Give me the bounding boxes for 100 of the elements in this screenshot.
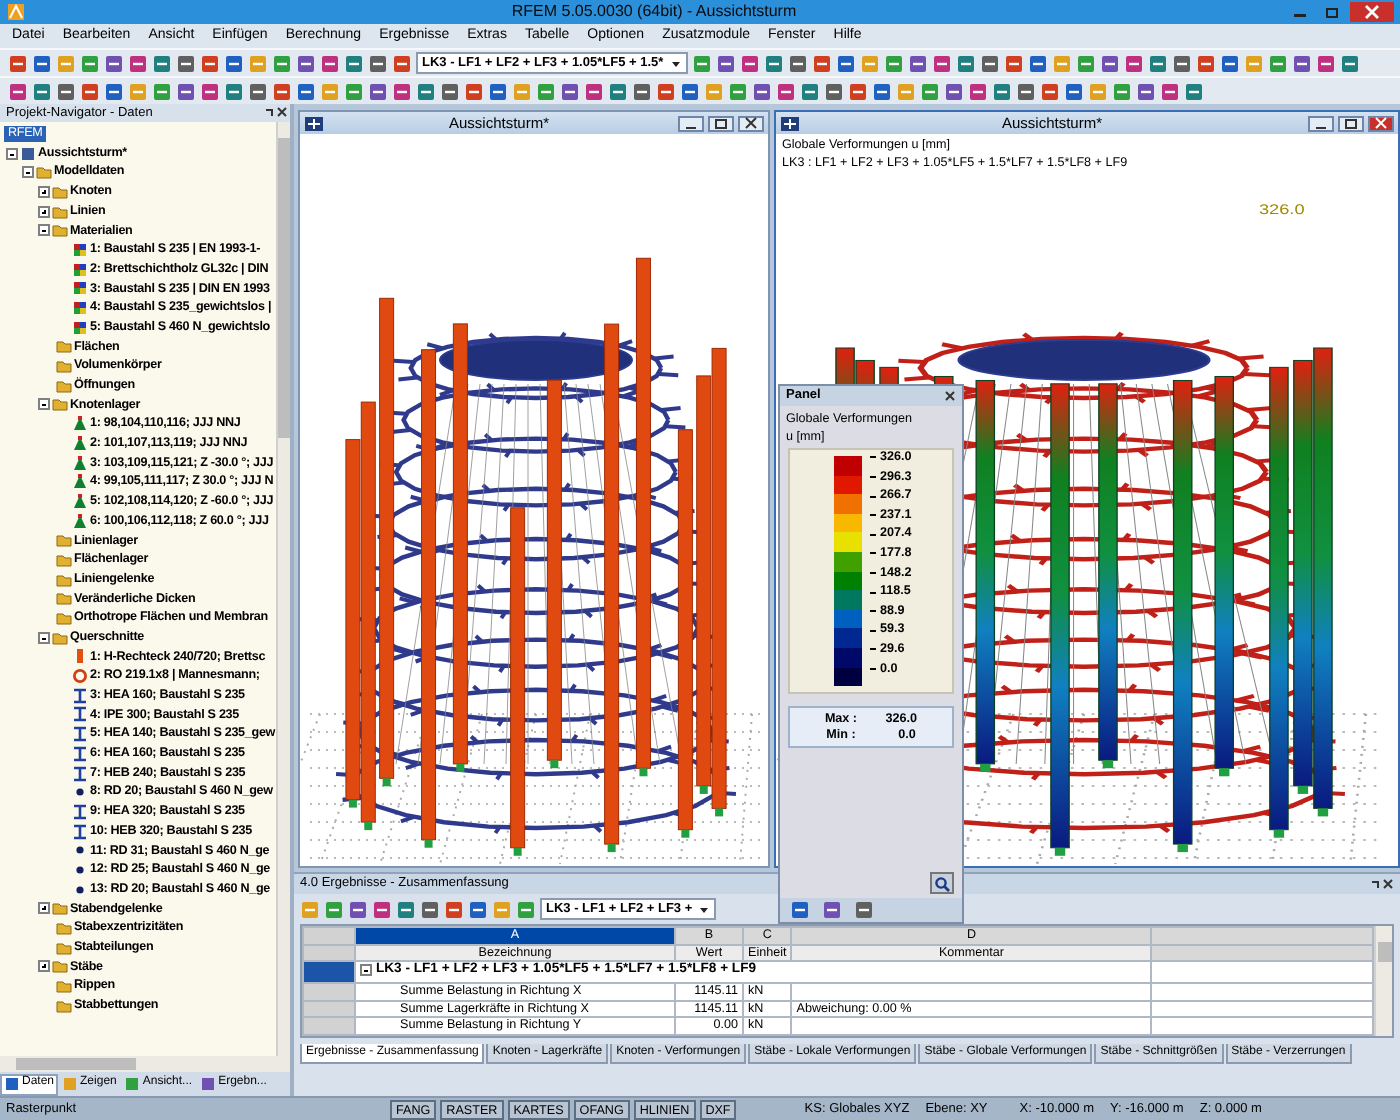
toolbar-icon[interactable] xyxy=(176,81,196,101)
toolbar-icon[interactable] xyxy=(320,53,340,73)
toolbar-icon[interactable] xyxy=(324,899,344,919)
toolbar-icon[interactable] xyxy=(787,53,808,73)
toolbar-icon[interactable] xyxy=(907,53,928,73)
toolbar-icon[interactable] xyxy=(1184,81,1204,101)
toolbar-icon[interactable] xyxy=(416,81,436,101)
toolbar-icon[interactable] xyxy=(944,81,964,101)
toolbar-icon[interactable] xyxy=(104,81,124,101)
toolbar-icon[interactable] xyxy=(32,53,52,73)
close-button[interactable] xyxy=(1368,115,1394,131)
toolbar-icon[interactable] xyxy=(728,81,748,101)
toolbar-icon[interactable] xyxy=(8,81,28,101)
toolbar-icon[interactable] xyxy=(80,81,100,101)
toolbar-icon[interactable] xyxy=(396,899,416,919)
expand-toggle[interactable] xyxy=(6,147,18,160)
toolbar-icon[interactable] xyxy=(1112,81,1132,101)
toolbar-icon[interactable] xyxy=(344,81,364,101)
toolbar-icon[interactable] xyxy=(1267,53,1288,73)
toolbar-icon[interactable] xyxy=(224,81,244,101)
close-icon[interactable] xyxy=(944,390,956,402)
toolbar-icon[interactable] xyxy=(372,899,392,919)
toolbar-icon[interactable] xyxy=(32,81,52,101)
toolbar-icon[interactable] xyxy=(392,81,412,101)
toolbar-icon[interactable] xyxy=(80,53,100,73)
toolbar-icon[interactable] xyxy=(1016,81,1036,101)
toolbar-icon[interactable] xyxy=(848,81,868,101)
toolbar-icon[interactable] xyxy=(536,81,556,101)
toolbar-icon[interactable] xyxy=(272,81,292,101)
toolbar-icon[interactable] xyxy=(464,81,484,101)
toolbar-icon[interactable] xyxy=(248,81,268,101)
toolbar-icon[interactable] xyxy=(1160,81,1180,101)
toolbar-icon[interactable] xyxy=(560,81,580,101)
toolbar-icon[interactable] xyxy=(516,899,536,919)
toolbar-icon[interactable] xyxy=(1171,53,1192,73)
toolbar-icon[interactable] xyxy=(931,53,952,73)
expand-toggle[interactable] xyxy=(38,631,50,644)
pin-close-icon[interactable] xyxy=(263,106,288,120)
expand-toggle[interactable] xyxy=(38,960,50,973)
toolbar-icon[interactable] xyxy=(1027,53,1048,73)
toolbar-icon[interactable] xyxy=(420,899,440,919)
toolbar-icon[interactable] xyxy=(488,81,508,101)
pin-close-icon[interactable] xyxy=(1370,877,1394,891)
toolbar-icon[interactable] xyxy=(763,53,784,73)
toolbar-icon[interactable] xyxy=(752,81,772,101)
toolbar-icon[interactable] xyxy=(368,53,388,73)
toolbar-icon[interactable] xyxy=(348,899,368,919)
expand-toggle[interactable] xyxy=(38,205,50,218)
toolbar-icon[interactable] xyxy=(680,81,700,101)
toolbar-icon[interactable] xyxy=(691,53,712,73)
toolbar-icon[interactable] xyxy=(152,53,172,73)
toolbar-icon[interactable] xyxy=(344,53,364,73)
caret-icon[interactable] xyxy=(669,57,682,69)
toolbar-icon[interactable] xyxy=(392,53,412,73)
toolbar-icon[interactable] xyxy=(992,81,1012,101)
restore-button[interactable] xyxy=(708,115,734,131)
expand-toggle[interactable] xyxy=(22,166,34,179)
expand-toggle[interactable] xyxy=(360,964,372,977)
minimize-button[interactable] xyxy=(678,115,704,131)
toolbar-icon[interactable] xyxy=(968,81,988,101)
toolbar-icon[interactable] xyxy=(1136,81,1156,101)
toolbar-icon[interactable] xyxy=(800,81,820,101)
toolbar-icon[interactable] xyxy=(1339,53,1360,73)
toolbar-icon[interactable] xyxy=(1147,53,1168,73)
toolbar-icon[interactable] xyxy=(632,81,652,101)
toolbar-icon[interactable] xyxy=(1219,53,1240,73)
horizontal-scrollbar[interactable] xyxy=(0,1056,290,1072)
toolbar-icon[interactable] xyxy=(584,81,604,101)
minimize-button[interactable] xyxy=(1308,115,1334,131)
expand-toggle[interactable] xyxy=(38,185,50,198)
restore-button[interactable] xyxy=(1338,115,1364,131)
toolbar-icon[interactable] xyxy=(1123,53,1144,73)
toolbar-icon[interactable] xyxy=(8,53,28,73)
toolbar-icon[interactable] xyxy=(1315,53,1336,73)
toolbar-icon[interactable] xyxy=(1099,53,1120,73)
toolbar-icon[interactable] xyxy=(104,53,124,73)
toolbar-icon[interactable] xyxy=(1064,81,1084,101)
toolbar-icon[interactable] xyxy=(56,81,76,101)
toolbar-icon[interactable] xyxy=(444,899,464,919)
expand-toggle[interactable] xyxy=(38,224,50,237)
toolbar-icon[interactable] xyxy=(200,81,220,101)
toolbar-icon[interactable] xyxy=(920,81,940,101)
zoom-button[interactable] xyxy=(930,872,954,894)
toolbar-icon[interactable] xyxy=(790,900,810,920)
toolbar-icon[interactable] xyxy=(656,81,676,101)
toolbar-icon[interactable] xyxy=(1003,53,1024,73)
toolbar-icon[interactable] xyxy=(468,899,488,919)
toolbar-icon[interactable] xyxy=(176,53,196,73)
toolbar-icon[interactable] xyxy=(1291,53,1312,73)
expand-toggle[interactable] xyxy=(38,902,50,915)
toolbar-icon[interactable] xyxy=(128,53,148,73)
toolbar-icon[interactable] xyxy=(608,81,628,101)
toolbar-icon[interactable] xyxy=(854,900,874,920)
toolbar-icon[interactable] xyxy=(776,81,796,101)
close-button[interactable] xyxy=(738,115,764,131)
toolbar-icon[interactable] xyxy=(822,900,842,920)
toolbar-icon[interactable] xyxy=(296,81,316,101)
vertical-scrollbar[interactable] xyxy=(275,122,290,1056)
toolbar-icon[interactable] xyxy=(883,53,904,73)
toolbar-icon[interactable] xyxy=(440,81,460,101)
